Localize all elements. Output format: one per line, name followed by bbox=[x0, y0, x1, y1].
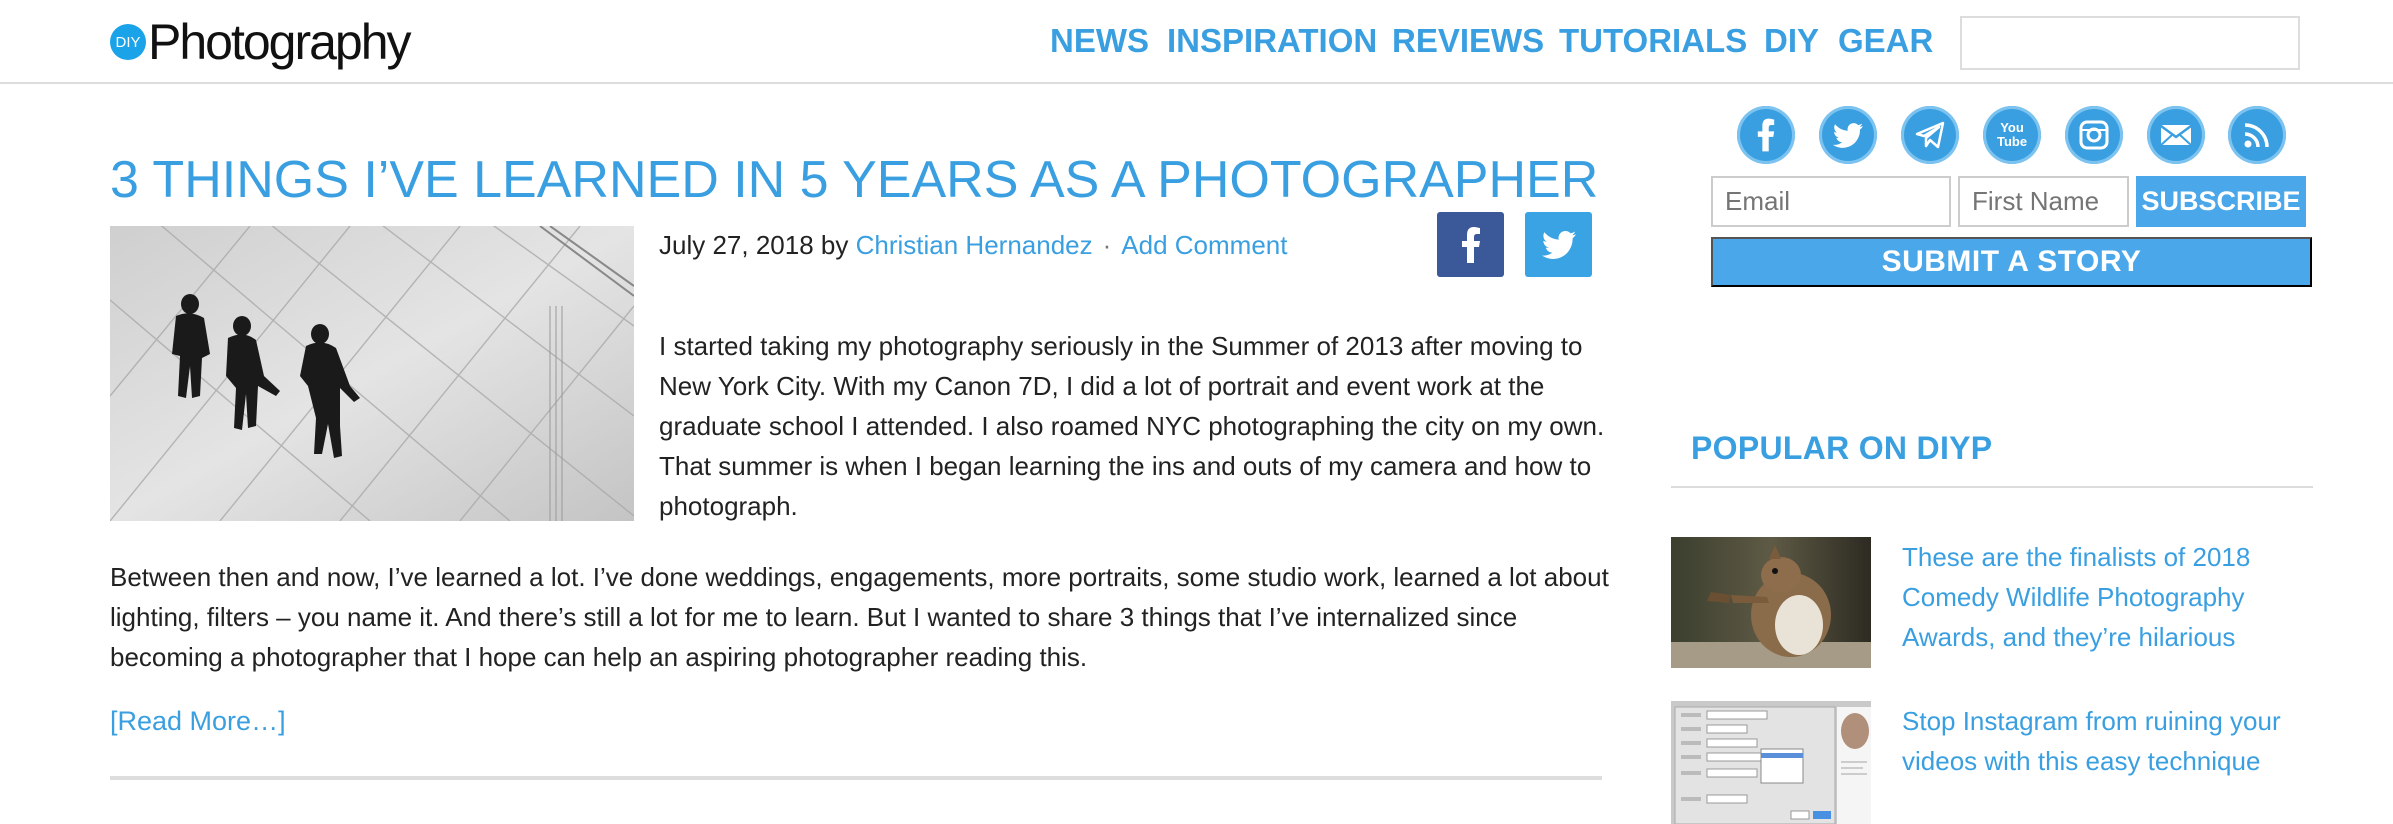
popular-item-link[interactable]: These are the finalists of 2018 Comedy W… bbox=[1902, 537, 2302, 657]
sidebar-instagram-link[interactable] bbox=[2065, 106, 2123, 164]
settings-screenshot-image bbox=[1671, 701, 1871, 824]
site-header: DIY Photography NEWS INSPIRATION REVIEWS… bbox=[0, 0, 2393, 84]
article-divider bbox=[110, 776, 1602, 780]
sidebar-email-link[interactable] bbox=[2147, 106, 2205, 164]
article-by: by bbox=[820, 230, 849, 260]
author-link[interactable]: Christian Hernandez bbox=[856, 230, 1093, 260]
add-comment-link[interactable]: Add Comment bbox=[1121, 230, 1287, 260]
squirrel-photo-image bbox=[1671, 537, 1871, 668]
logo-badge: DIY bbox=[110, 24, 146, 60]
nav-inspiration[interactable]: INSPIRATION bbox=[1167, 22, 1377, 60]
article-title[interactable]: 3 THINGS I’VE LEARNED IN 5 YEARS AS A PH… bbox=[110, 150, 1598, 210]
sidebar-telegram-link[interactable] bbox=[1901, 106, 1959, 164]
email-field[interactable] bbox=[1711, 176, 1951, 227]
nav-tutorials[interactable]: TUTORIALS bbox=[1559, 22, 1747, 60]
read-more-link[interactable]: [Read More…] bbox=[110, 706, 286, 737]
nav-reviews[interactable]: REVIEWS bbox=[1392, 22, 1544, 60]
popular-item-thumbnail[interactable] bbox=[1671, 537, 1871, 668]
nav-gear[interactable]: GEAR bbox=[1838, 22, 1933, 60]
subscribe-button[interactable]: SUBSCRIBE bbox=[2136, 176, 2306, 227]
popular-item-link[interactable]: Stop Instagram from ruining your videos … bbox=[1902, 701, 2302, 781]
nav-diy[interactable]: DIY bbox=[1764, 22, 1819, 60]
facebook-icon bbox=[1757, 118, 1775, 152]
popular-item-thumbnail[interactable] bbox=[1671, 701, 1871, 824]
article-hero-image[interactable] bbox=[110, 226, 634, 521]
logo-text: Photography bbox=[148, 14, 412, 70]
youtube-icon: You Tube bbox=[1997, 120, 2028, 149]
twitter-icon bbox=[1833, 122, 1863, 148]
article-meta: July 27, 2018 by Christian Hernandez · Add… bbox=[659, 230, 1287, 261]
facebook-icon bbox=[1461, 226, 1480, 263]
three-people-walking-image bbox=[110, 226, 634, 521]
nav-news[interactable]: NEWS bbox=[1050, 22, 1149, 60]
site-logo[interactable]: DIY Photography bbox=[110, 14, 412, 70]
popular-divider bbox=[1671, 486, 2313, 488]
popular-section-title: POPULAR ON DIYP bbox=[1691, 430, 1993, 466]
sidebar-youtube-link[interactable]: You Tube bbox=[1983, 106, 2041, 164]
search-input[interactable] bbox=[1960, 16, 2300, 70]
telegram-icon bbox=[1915, 121, 1945, 149]
submit-story-button[interactable]: SUBMIT A STORY bbox=[1711, 237, 2312, 287]
article-paragraph-1: I started taking my photography seriousl… bbox=[659, 331, 1605, 521]
facebook-share-button[interactable] bbox=[1437, 212, 1504, 277]
instagram-icon bbox=[2079, 120, 2109, 150]
twitter-icon bbox=[1541, 230, 1576, 259]
sidebar-facebook-link[interactable] bbox=[1737, 106, 1795, 164]
first-name-field[interactable] bbox=[1958, 176, 2129, 227]
article-date: July 27, 2018 bbox=[659, 230, 814, 260]
article-paragraph-2: Between then and now, I’ve learned a lot… bbox=[110, 562, 1609, 672]
twitter-share-button[interactable] bbox=[1525, 212, 1592, 277]
sidebar-twitter-link[interactable] bbox=[1819, 106, 1877, 164]
meta-separator: · bbox=[1102, 230, 1112, 260]
email-icon bbox=[2160, 124, 2192, 146]
rss-icon bbox=[2244, 123, 2269, 148]
sidebar-rss-link[interactable] bbox=[2228, 106, 2286, 164]
